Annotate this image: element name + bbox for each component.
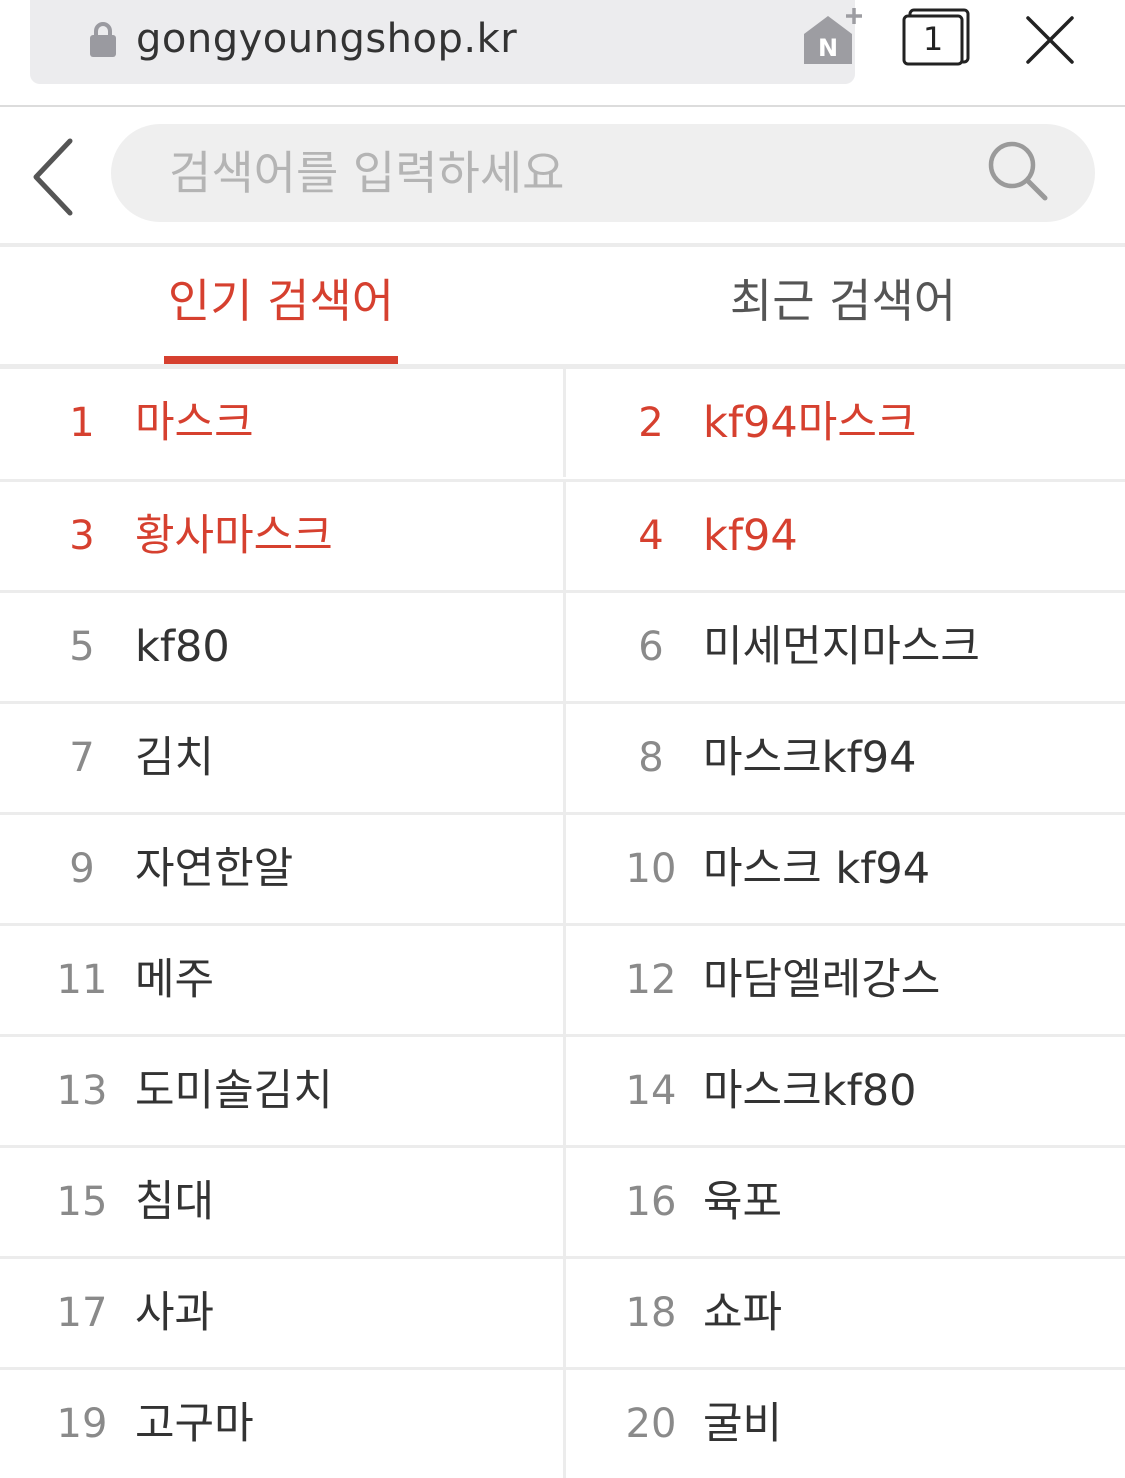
list-item[interactable]: 15 침대 — [0, 1148, 563, 1256]
rank-number: 17 — [56, 1290, 108, 1336]
table-row: 1 마스크 2 kf94마스크 — [0, 366, 1125, 477]
search-term[interactable]: 마스크kf80 — [703, 1037, 916, 1145]
table-row: 11 메주 12 마담엘레강스 — [0, 923, 1125, 1034]
search-term[interactable]: 육포 — [703, 1148, 782, 1256]
list-item[interactable]: 3 황사마스크 — [0, 482, 563, 590]
rank-number: 11 — [56, 957, 108, 1003]
table-row: 19 고구마 20 굴비 — [0, 1367, 1125, 1478]
page: gongyoungshop.kr N 1 검색어를 입력하세요 인기 검색어 최… — [0, 0, 1125, 1478]
list-item[interactable]: 18 쇼파 — [563, 1259, 1125, 1367]
tab-popular-searches[interactable]: 인기 검색어 — [164, 247, 398, 364]
search-box[interactable] — [111, 124, 1095, 222]
table-row: 5 kf80 6 미세먼지마스크 — [0, 590, 1125, 701]
list-item[interactable]: 6 미세먼지마스크 — [563, 593, 1125, 701]
list-item[interactable]: 20 굴비 — [563, 1370, 1125, 1478]
lock-icon — [90, 22, 116, 57]
table-row: 17 사과 18 쇼파 — [0, 1256, 1125, 1367]
rank-number: 6 — [638, 624, 664, 670]
rank-number: 9 — [69, 846, 95, 892]
rank-number: 14 — [625, 1068, 677, 1114]
back-arrow-icon[interactable] — [26, 135, 82, 219]
list-item[interactable]: 9 자연한알 — [0, 815, 563, 923]
table-row: 7 김치 8 마스크kf94 — [0, 701, 1125, 812]
list-item[interactable]: 1 마스크 — [0, 369, 563, 477]
rank-number: 12 — [625, 957, 677, 1003]
search-term[interactable]: 미세먼지마스크 — [703, 593, 980, 701]
naver-add-icon[interactable]: N — [800, 4, 866, 70]
table-row: 15 침대 16 육포 — [0, 1145, 1125, 1256]
search-term[interactable]: 침대 — [135, 1148, 214, 1256]
list-item[interactable]: 4 kf94 — [563, 482, 1125, 590]
rank-number: 3 — [69, 513, 95, 559]
browser-bar: gongyoungshop.kr N 1 — [0, 0, 1125, 107]
search-icon[interactable] — [985, 138, 1051, 204]
search-term[interactable]: 도미솔김치 — [135, 1037, 333, 1145]
close-icon[interactable] — [1024, 14, 1076, 66]
table-row: 13 도미솔김치 14 마스크kf80 — [0, 1034, 1125, 1145]
list-item[interactable]: 14 마스크kf80 — [563, 1037, 1125, 1145]
search-term[interactable]: 자연한알 — [135, 815, 293, 923]
list-item[interactable]: 13 도미솔김치 — [0, 1037, 563, 1145]
list-item[interactable]: 7 김치 — [0, 704, 563, 812]
rank-number: 5 — [69, 624, 95, 670]
url-text[interactable]: gongyoungshop.kr — [136, 14, 517, 64]
svg-text:N: N — [818, 34, 838, 62]
tab-count[interactable]: 1 — [904, 16, 962, 62]
rank-number: 10 — [625, 846, 677, 892]
search-term[interactable]: 마스크kf94 — [703, 704, 916, 812]
rank-number: 15 — [56, 1179, 108, 1225]
popular-search-list: 1 마스크 2 kf94마스크 3 황사마스크 4 kf94 5 kf80 6 … — [0, 366, 1125, 1478]
search-term[interactable]: 고구마 — [135, 1370, 254, 1478]
rank-number: 19 — [56, 1401, 108, 1447]
list-item[interactable]: 10 마스크 kf94 — [563, 815, 1125, 923]
rank-number: 2 — [638, 400, 664, 446]
search-term[interactable]: kf80 — [135, 593, 230, 701]
table-row: 9 자연한알 10 마스크 kf94 — [0, 812, 1125, 923]
url-bar[interactable]: gongyoungshop.kr N — [30, 0, 862, 84]
search-term[interactable]: 황사마스크 — [135, 482, 333, 590]
list-item[interactable]: 16 육포 — [563, 1148, 1125, 1256]
search-term[interactable]: kf94마스크 — [703, 369, 916, 477]
search-term[interactable]: 마스크 kf94 — [703, 815, 930, 923]
rank-number: 18 — [625, 1290, 677, 1336]
search-term[interactable]: 김치 — [135, 704, 214, 812]
list-item[interactable]: 2 kf94마스크 — [563, 369, 1125, 477]
rank-number: 20 — [625, 1401, 677, 1447]
rank-number: 8 — [638, 735, 664, 781]
search-term[interactable]: 사과 — [135, 1259, 214, 1367]
rank-number: 1 — [69, 400, 95, 446]
search-term[interactable]: 메주 — [135, 926, 214, 1034]
list-item[interactable]: 19 고구마 — [0, 1370, 563, 1478]
list-item[interactable]: 12 마담엘레강스 — [563, 926, 1125, 1034]
rank-number: 16 — [625, 1179, 677, 1225]
table-row: 3 황사마스크 4 kf94 — [0, 479, 1125, 590]
tab-recent-searches[interactable]: 최근 검색어 — [727, 247, 959, 364]
rank-number: 13 — [56, 1068, 108, 1114]
search-header — [0, 107, 1125, 247]
search-term[interactable]: 굴비 — [703, 1370, 782, 1478]
search-tabs: 인기 검색어 최근 검색어 — [0, 247, 1125, 366]
list-item[interactable]: 8 마스크kf94 — [563, 704, 1125, 812]
search-term[interactable]: 마담엘레강스 — [703, 926, 940, 1034]
list-item[interactable]: 17 사과 — [0, 1259, 563, 1367]
rank-number: 7 — [69, 735, 95, 781]
list-item[interactable]: 5 kf80 — [0, 593, 563, 701]
search-input[interactable] — [169, 138, 969, 208]
search-term[interactable]: kf94 — [703, 482, 798, 590]
search-term[interactable]: 마스크 — [135, 369, 254, 477]
rank-number: 4 — [638, 513, 664, 559]
search-term[interactable]: 쇼파 — [703, 1259, 782, 1367]
list-item[interactable]: 11 메주 — [0, 926, 563, 1034]
